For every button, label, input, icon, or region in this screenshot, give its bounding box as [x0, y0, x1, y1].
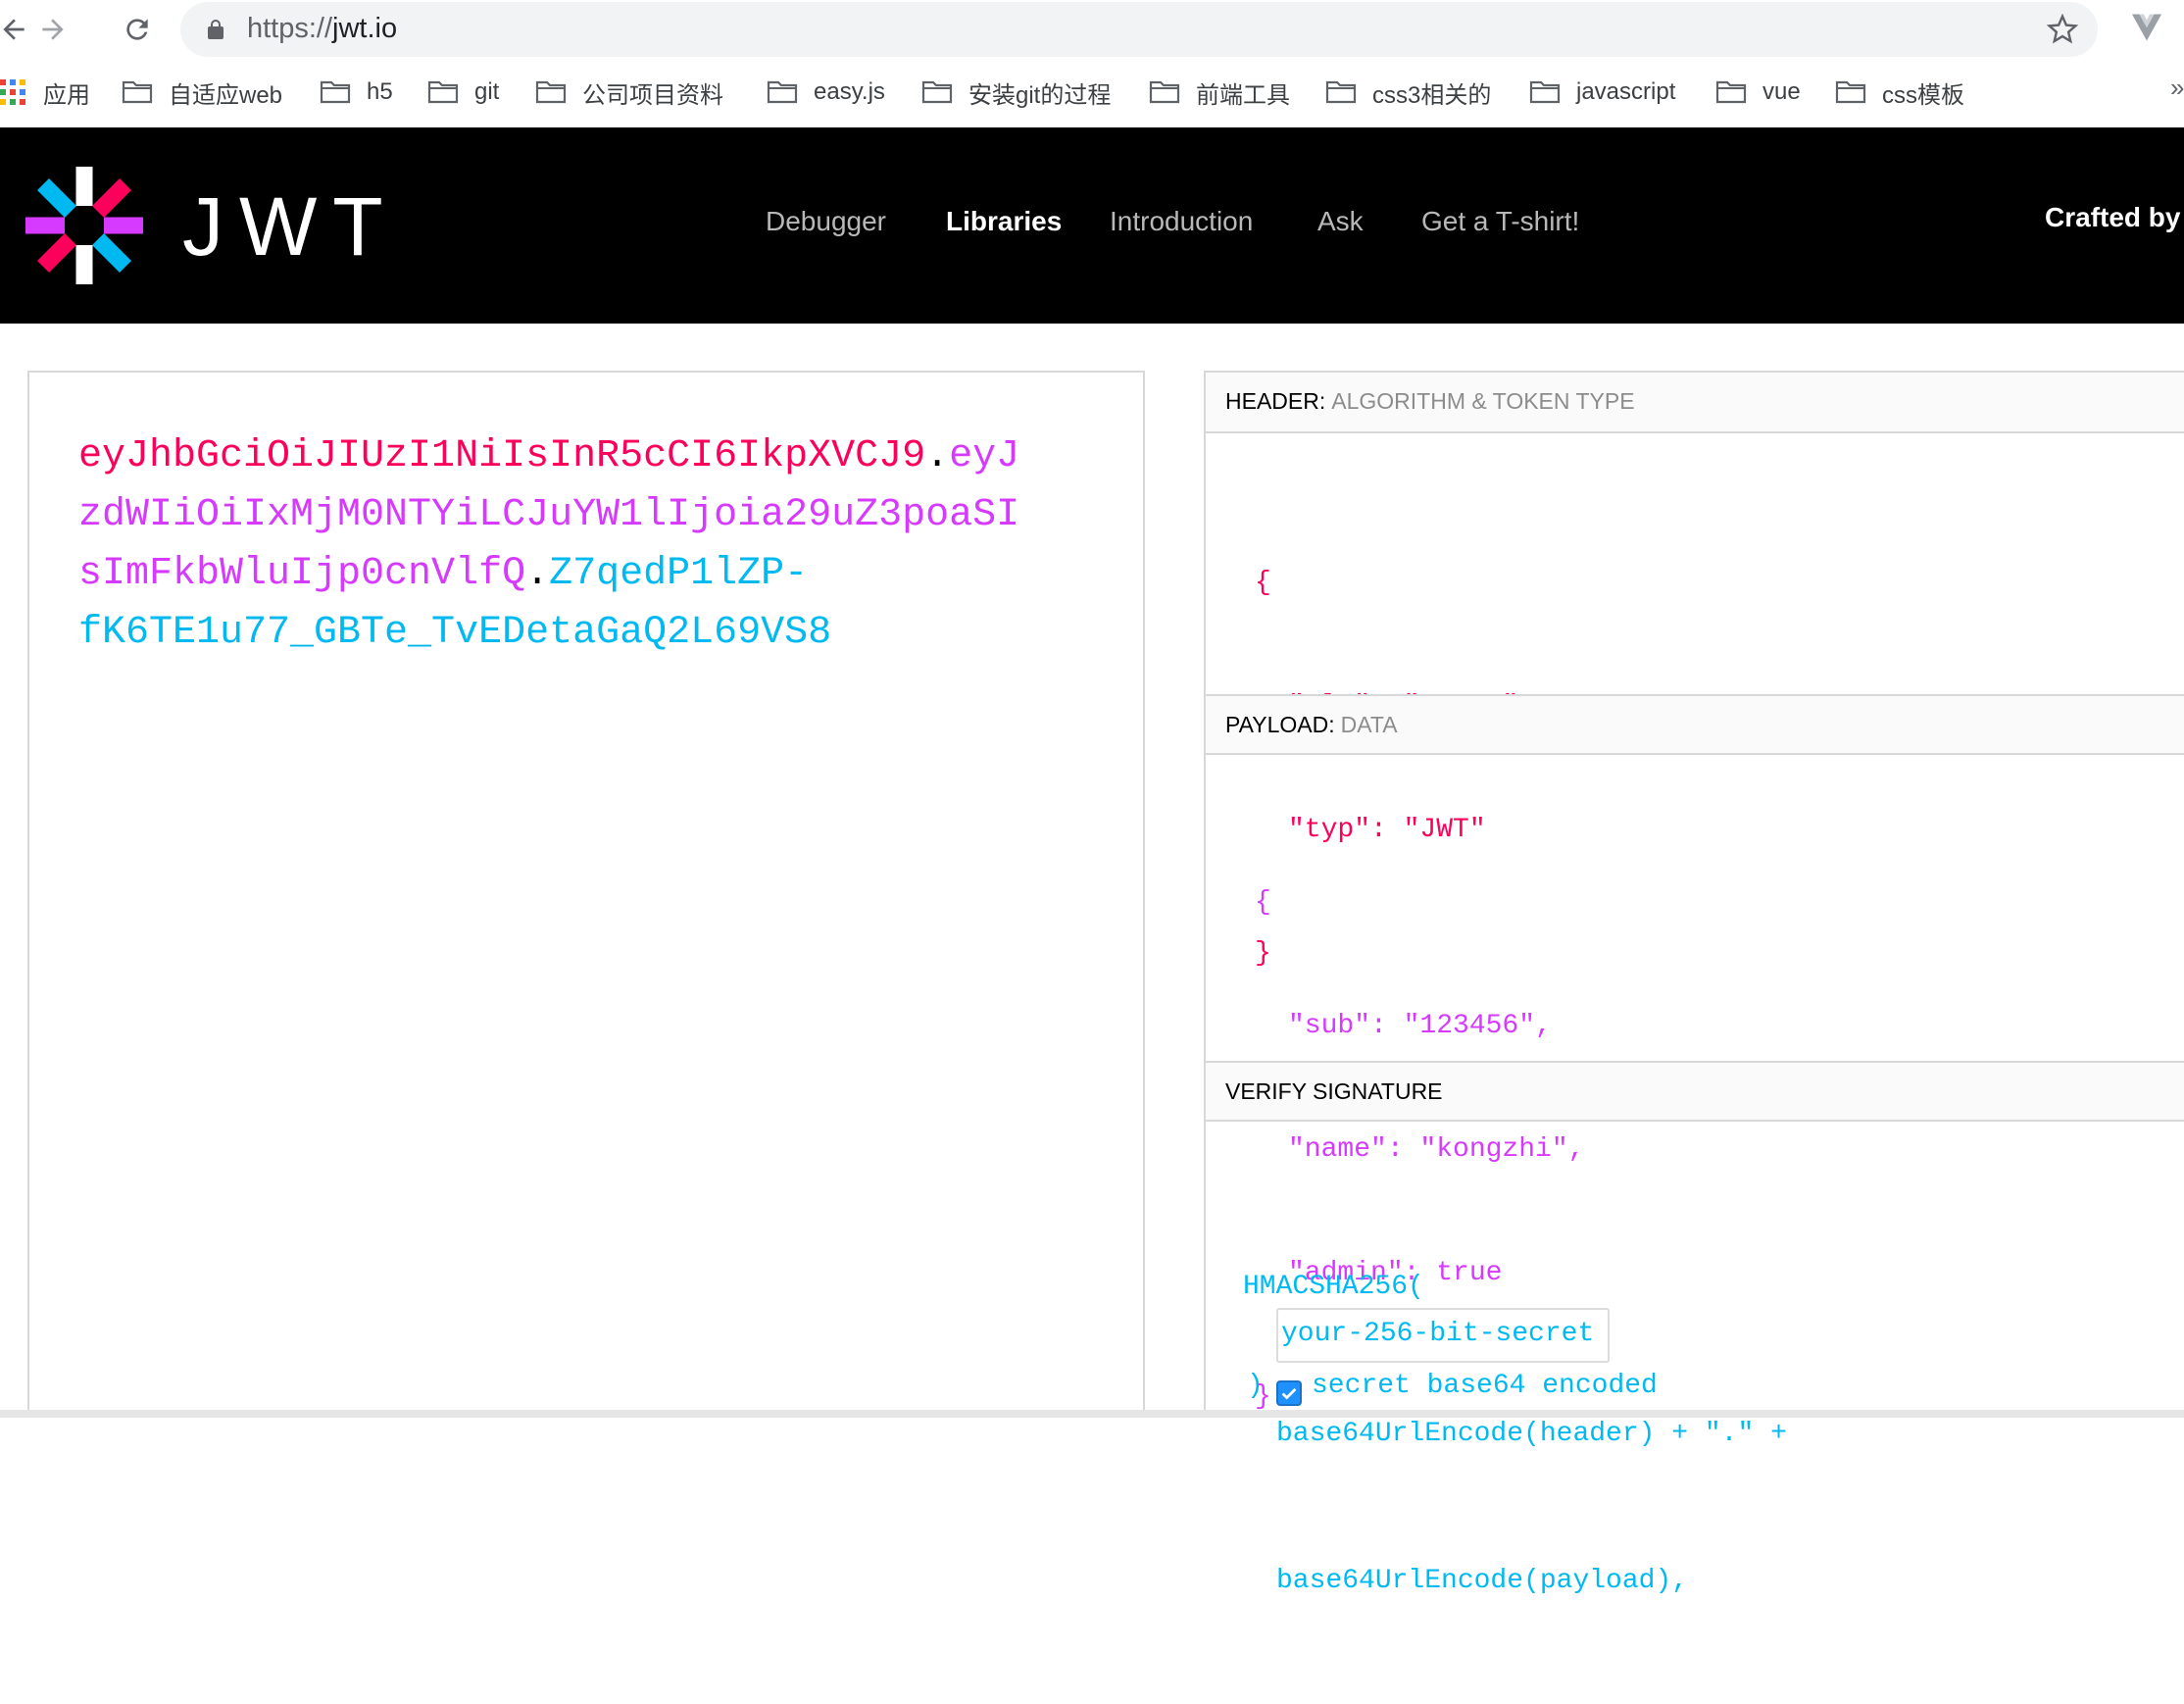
payload-section-title: PAYLOAD: DATA [1206, 694, 2184, 755]
close-paren: ) [1247, 1371, 1264, 1401]
bookmark-folder[interactable]: 前端工具 [1149, 76, 1290, 109]
nav-introduction[interactable]: Introduction [1110, 206, 1253, 237]
checkmark-icon [1281, 1387, 1297, 1400]
reload-button[interactable] [116, 8, 159, 51]
more-bookmarks-button[interactable]: » [2170, 73, 2184, 103]
token-line: sImFkbWluIjp0cnVlfQ.Z7qedP1lZP- [78, 545, 1059, 604]
url-text: https://jwt.io [247, 13, 397, 45]
bookmark-label: 应用 [43, 81, 90, 109]
bookmark-folder[interactable]: vue [1715, 76, 1801, 108]
svg-text:JWT: JWT [182, 184, 382, 265]
folder-icon [767, 80, 798, 104]
code-line: HMACSHA256( [1243, 1272, 1424, 1302]
page-bottom-edge [0, 1410, 2184, 1418]
folder-icon [320, 80, 351, 104]
token-line: fK6TE1u77_GBTe_TvEDetaGaQ2L69VS8 [78, 604, 1059, 663]
token-line: zdWIiOiIxMjM0NTYiLCJuYW1lIjoia29uZ3poaSI [78, 486, 1059, 545]
bookmark-label: javascript [1576, 78, 1676, 105]
forward-arrow-icon [42, 19, 64, 40]
jwt-logo-icon[interactable] [24, 165, 145, 286]
bookmark-folder[interactable]: css3相关的 [1325, 76, 1492, 109]
token-dot-segment: . [525, 552, 550, 596]
token-signature-segment: fK6TE1u77_GBTe_TvEDetaGaQ2L69VS8 [78, 611, 832, 655]
url-scheme: https:// [247, 13, 333, 44]
reload-icon [126, 19, 148, 40]
vue-extension-icon[interactable] [2129, 10, 2164, 45]
folder-icon [1835, 80, 1866, 104]
section-label: PAYLOAD: [1225, 712, 1335, 737]
folder-icon [1529, 80, 1561, 104]
lock-icon [208, 20, 223, 39]
bookmark-label: 前端工具 [1196, 81, 1290, 109]
url-host: jwt.io [332, 13, 398, 44]
apps-grid-icon [0, 79, 25, 105]
browser-toolbar: https://jwt.io [0, 0, 2184, 59]
folder-icon [1149, 80, 1180, 104]
jwt-wordmark: JWT [182, 184, 382, 265]
token-payload-segment: sImFkbWluIjp0cnVlfQ [78, 552, 526, 596]
folder-icon [921, 80, 953, 104]
bookmark-folder[interactable]: easy.js [767, 76, 885, 108]
verify-signature-code: HMACSHA256( base64UrlEncode(header) + ".… [1243, 1165, 1787, 1704]
bookmark-folder[interactable]: 自适应web [122, 76, 283, 109]
folder-icon [1325, 80, 1357, 104]
bookmark-label: 自适应web [169, 81, 283, 109]
bookmark-label: vue [1762, 78, 1801, 105]
section-sublabel: DATA [1340, 712, 1398, 737]
bookmark-folder[interactable]: css模板 [1835, 76, 1964, 109]
nav-libraries[interactable]: Libraries [946, 206, 1062, 237]
bookmark-star-icon[interactable] [2047, 14, 2078, 45]
bookmark-folder[interactable]: git [427, 76, 499, 108]
bookmark-label: git [474, 78, 500, 105]
verify-section-title: VERIFY SIGNATURE [1206, 1061, 2184, 1122]
nav-ask[interactable]: Ask [1317, 206, 1364, 237]
bookmark-label: h5 [367, 78, 393, 105]
section-sublabel: ALGORITHM & TOKEN TYPE [1331, 388, 1635, 414]
bookmark-label: 公司项目资料 [582, 81, 723, 109]
address-bar[interactable]: https://jwt.io [180, 2, 2098, 57]
base64-encoded-label: secret base64 encoded [1312, 1371, 1658, 1401]
folder-icon [427, 80, 459, 104]
encoded-token-text[interactable]: eyJhbGciOiJIUzI1NiIsInR5cCI6IkpXVCJ9.eyJ… [78, 427, 1059, 663]
code-line: "sub": "123456", [1288, 1011, 1552, 1041]
code-line: { [1255, 568, 1271, 598]
secret-input[interactable]: your-256-bit-secret [1276, 1308, 1610, 1363]
bookmark-folder[interactable]: 公司项目资料 [535, 76, 723, 109]
code-line: base64UrlEncode(payload), [1276, 1566, 1689, 1596]
bookmark-label: css模板 [1882, 81, 1964, 109]
bookmark-folder[interactable]: javascript [1529, 76, 1675, 108]
section-label: HEADER: [1225, 388, 1326, 414]
forward-button[interactable] [31, 8, 74, 51]
section-label: VERIFY SIGNATURE [1225, 1078, 1443, 1104]
nav-get-tshirt[interactable]: Get a T-shirt! [1421, 206, 1579, 237]
bookmark-label: css3相关的 [1372, 81, 1492, 109]
encoded-token-editor[interactable]: eyJhbGciOiJIUzI1NiIsInR5cCI6IkpXVCJ9.eyJ… [27, 371, 1145, 1418]
bookmark-folder[interactable]: h5 [320, 76, 393, 108]
base64-encoded-checkbox[interactable] [1276, 1380, 1302, 1406]
decoded-panel: HEADER:ALGORITHM & TOKEN TYPE { "alg": "… [1204, 371, 2184, 1596]
bookmark-folder[interactable]: 安装git的过程 [921, 76, 1112, 109]
code-line: { [1255, 887, 1271, 918]
crafted-by-link[interactable]: Crafted by [2045, 202, 2180, 233]
bookmark-apps[interactable]: 应用 [0, 76, 90, 109]
bookmark-label: 安装git的过程 [968, 81, 1112, 109]
nav-debugger[interactable]: Debugger [766, 206, 886, 237]
header-section-title: HEADER: ALGORITHM & TOKEN TYPE [1206, 373, 2184, 433]
bookmarks-bar: 应用 自适应web h5 git 公司项目资料 easy.js 安装git的过程… [0, 59, 2184, 127]
token-dot-segment: . [925, 434, 950, 478]
token-payload-segment: eyJ [949, 434, 1020, 478]
back-button[interactable] [0, 8, 35, 51]
back-arrow-icon [3, 19, 25, 40]
folder-icon [1715, 80, 1747, 104]
token-header-segment: eyJhbGciOiJIUzI1NiIsInR5cCI6IkpXVCJ9 [78, 434, 926, 478]
token-signature-segment: Z7qedP1lZP- [549, 552, 809, 596]
bookmark-label: easy.js [814, 78, 885, 105]
site-header: JWT Debugger Libraries Introduction Ask … [0, 127, 2184, 324]
token-payload-segment: zdWIiOiIxMjM0NTYiLCJuYW1lIjoia29uZ3poaSI [78, 493, 1020, 537]
token-line: eyJhbGciOiJIUzI1NiIsInR5cCI6IkpXVCJ9.eyJ [78, 427, 1059, 486]
folder-icon [122, 80, 153, 104]
folder-icon [535, 80, 567, 104]
